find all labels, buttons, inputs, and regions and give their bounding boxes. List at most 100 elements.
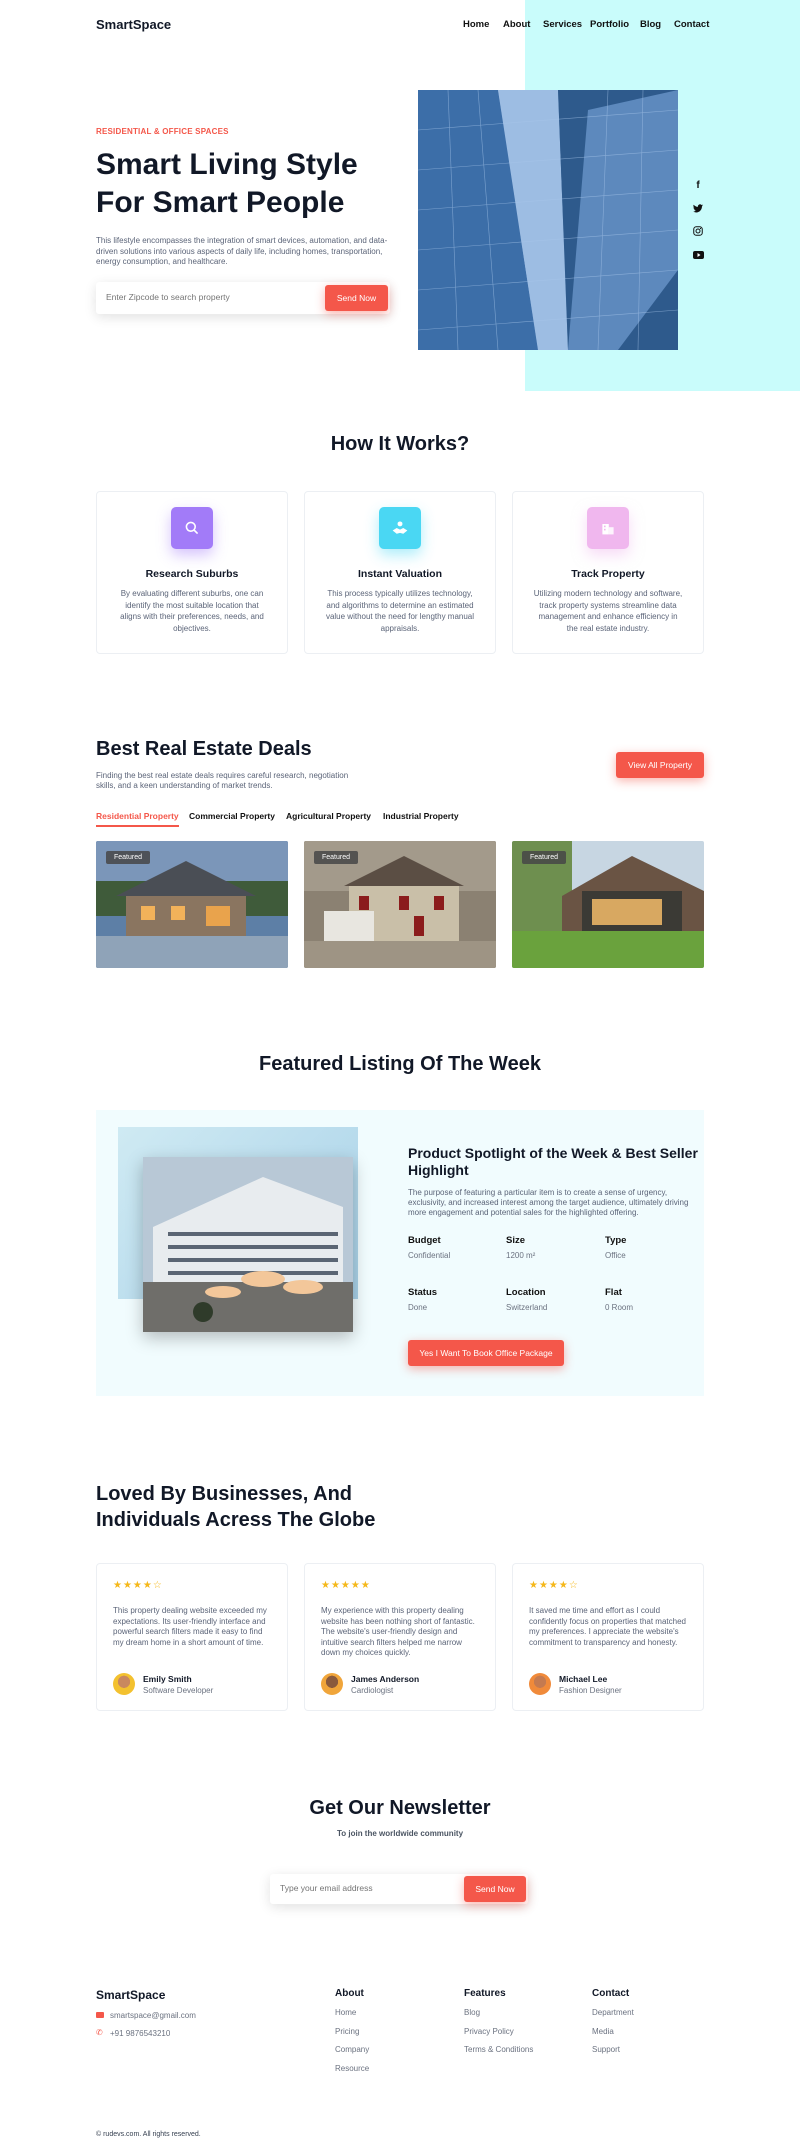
- handshake-icon: [379, 507, 421, 549]
- spec-value: Confidential: [408, 1251, 451, 1260]
- card-title: Instant Valuation: [357, 568, 442, 580]
- property-card[interactable]: Featured: [304, 841, 496, 968]
- footer-logo[interactable]: SmartSpace: [96, 1988, 165, 2002]
- newsletter-send-button[interactable]: Send Now: [464, 1876, 526, 1902]
- nav-contact[interactable]: Contact: [674, 19, 709, 30]
- card-title: Research Suburbs: [145, 568, 239, 580]
- instagram-icon[interactable]: [691, 224, 705, 238]
- zipcode-input[interactable]: [106, 292, 306, 302]
- featured-badge: Featured: [522, 851, 567, 864]
- spec-label: Location: [506, 1287, 546, 1298]
- footer-link[interactable]: Blog: [464, 2008, 480, 2017]
- building-icon: [587, 507, 629, 549]
- footer-contact-title: Contact: [592, 1988, 630, 1999]
- twitter-icon[interactable]: [691, 201, 705, 215]
- footer-link[interactable]: Company: [335, 2045, 369, 2054]
- search-icon: [171, 507, 213, 549]
- star-rating: ★★★★☆: [113, 1580, 163, 1591]
- spec-label: Size: [506, 1235, 526, 1246]
- featured-listing: Product Spotlight of the Week & Best Sel…: [96, 1110, 704, 1396]
- email-input[interactable]: [280, 1883, 450, 1893]
- tab-commercial[interactable]: Commercial Property: [189, 811, 275, 821]
- mail-icon: [96, 2012, 104, 2018]
- nav-blog[interactable]: Blog: [640, 19, 661, 30]
- site-logo[interactable]: SmartSpace: [96, 17, 171, 32]
- footer-link[interactable]: Media: [592, 2027, 614, 2036]
- card-title: Track Property: [571, 568, 645, 580]
- testimonial-card: ★★★★☆ It saved me time and effort as I c…: [512, 1563, 704, 1711]
- footer-link[interactable]: Terms & Conditions: [464, 2045, 533, 2054]
- how-it-works-title: How It Works?: [330, 433, 470, 455]
- spec-label: Flat: [605, 1287, 622, 1298]
- tab-residential[interactable]: Residential Property: [96, 811, 179, 827]
- nav-portfolio[interactable]: Portfolio: [590, 19, 629, 30]
- featured-description: The purpose of featuring a particular it…: [408, 1188, 689, 1217]
- footer-link[interactable]: Department: [592, 2008, 634, 2017]
- deals-title: Best Real Estate Deals: [96, 738, 312, 760]
- nav-home[interactable]: Home: [463, 19, 489, 30]
- footer-link[interactable]: Home: [335, 2008, 356, 2017]
- copyright: © rudevs.com. All rights reserved.: [96, 2131, 201, 2138]
- newsletter-title: Get Our Newsletter: [309, 1797, 491, 1819]
- zipcode-search: Send Now: [96, 282, 390, 314]
- testimonial-text: It saved me time and effort as I could c…: [529, 1606, 686, 1647]
- hero-building-image: [418, 90, 678, 350]
- testimonial-card: ★★★★☆ This property dealing website exce…: [96, 1563, 288, 1711]
- hero-title: Smart Living Style For Smart People: [96, 148, 358, 219]
- nav-services[interactable]: Services: [543, 19, 582, 30]
- card-text: Utilizing modern technology and software…: [533, 589, 683, 633]
- tab-agricultural[interactable]: Agricultural Property: [286, 811, 371, 821]
- newsletter-form: Send Now: [270, 1874, 528, 1904]
- testimonial-role: Fashion Designer: [559, 1686, 622, 1695]
- deals-description: Finding the best real estate deals requi…: [96, 771, 349, 790]
- footer-link[interactable]: Pricing: [335, 2027, 359, 2036]
- facebook-icon[interactable]: f: [691, 178, 705, 192]
- testimonial-name: Emily Smith: [143, 1674, 192, 1684]
- avatar: [321, 1673, 343, 1695]
- newsletter-subtitle: To join the worldwide community: [336, 1829, 464, 1838]
- book-office-package-button[interactable]: Yes I Want To Book Office Package: [408, 1340, 564, 1366]
- spec-value: 0 Room: [605, 1303, 634, 1312]
- footer-link[interactable]: Resource: [335, 2064, 369, 2073]
- spec-value: Office: [605, 1251, 626, 1260]
- how-card-research: Research Suburbs By evaluating different…: [96, 491, 288, 654]
- hero-tag: RESIDENTIAL & OFFICE SPACES: [96, 127, 229, 136]
- nav-about[interactable]: About: [503, 19, 530, 30]
- view-all-property-button[interactable]: View All Property: [616, 752, 704, 778]
- featured-badge: Featured: [106, 851, 151, 864]
- footer-link[interactable]: Privacy Policy: [464, 2027, 514, 2036]
- avatar: [529, 1673, 551, 1695]
- footer-email[interactable]: smartspace@gmail.com: [110, 2011, 196, 2020]
- testimonial-role: Software Developer: [143, 1686, 214, 1695]
- property-card[interactable]: Featured: [512, 841, 704, 968]
- featured-building-image: [143, 1157, 353, 1332]
- spec-value: Switzerland: [506, 1303, 548, 1312]
- featured-title: Featured Listing Of The Week: [259, 1053, 541, 1075]
- testimonial-text: My experience with this property dealing…: [321, 1606, 475, 1657]
- spec-value: 1200 m²: [506, 1251, 536, 1260]
- footer-about-title: About: [335, 1988, 364, 1999]
- testimonial-text: This property dealing website exceeded m…: [113, 1606, 267, 1647]
- testimonial-name: James Anderson: [351, 1674, 420, 1684]
- testimonial-card: ★★★★★ My experience with this property d…: [304, 1563, 496, 1711]
- phone-icon: ✆: [96, 2028, 103, 2037]
- card-text: By evaluating different suburbs, one can…: [120, 589, 264, 633]
- star-rating: ★★★★☆: [529, 1580, 579, 1591]
- featured-heading: Product Spotlight of the Week & Best Sel…: [408, 1145, 698, 1178]
- testimonial-name: Michael Lee: [559, 1674, 608, 1684]
- testimonial-role: Cardiologist: [351, 1686, 394, 1695]
- featured-badge: Featured: [314, 851, 359, 864]
- testimonials-title: Loved By Businesses, And Individuals Acr…: [96, 1483, 376, 1531]
- youtube-icon[interactable]: [691, 248, 705, 262]
- spec-label: Budget: [408, 1235, 441, 1246]
- spec-value: Done: [408, 1303, 428, 1312]
- send-now-button[interactable]: Send Now: [325, 285, 388, 311]
- star-rating: ★★★★★: [321, 1580, 371, 1591]
- property-card[interactable]: Featured: [96, 841, 288, 968]
- footer-link[interactable]: Support: [592, 2045, 620, 2054]
- footer-phone[interactable]: +91 9876543210: [110, 2029, 170, 2038]
- spec-label: Type: [605, 1235, 627, 1246]
- card-text: This process typically utilizes technolo…: [325, 589, 475, 633]
- avatar: [113, 1673, 135, 1695]
- tab-industrial[interactable]: Industrial Property: [383, 811, 459, 821]
